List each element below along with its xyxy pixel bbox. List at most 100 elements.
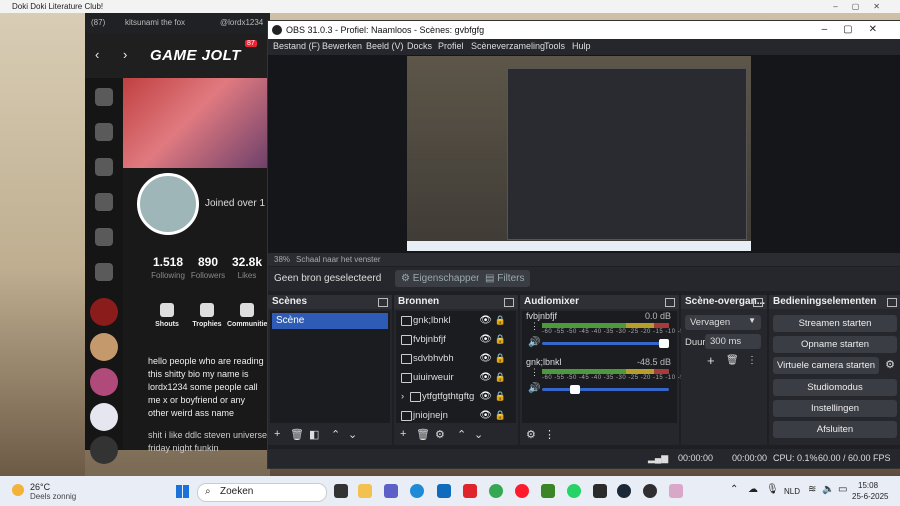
eye-icon[interactable]: 👁 — [479, 330, 492, 349]
start-recording-button[interactable]: Opname starten — [773, 336, 897, 353]
game-window-controls[interactable]: –▢✕ — [833, 0, 894, 13]
scene-item[interactable]: Scène — [272, 313, 388, 329]
menu-dots-icon[interactable]: ⋮ — [544, 428, 555, 441]
lock-icon[interactable]: 🔒 — [495, 387, 506, 406]
source-item[interactable]: fvbjnbfjf 👁 🔒 — [398, 330, 514, 349]
trash-icon[interactable]: 🗑 — [726, 355, 739, 366]
menu-tools[interactable]: Tools — [544, 41, 565, 51]
trash-icon[interactable]: 🗑 — [416, 428, 430, 441]
speaker-icon[interactable]: 🔊 — [528, 337, 540, 348]
game-titlebar[interactable]: Doki Doki Literature Club! –▢✕ — [0, 0, 900, 13]
windows-start-icon[interactable] — [176, 485, 189, 498]
studio-mode-button[interactable]: Studiomodus — [773, 379, 897, 396]
browser-tab[interactable]: @lordx1234 — [220, 18, 263, 27]
gear-icon[interactable]: ⚙ — [435, 428, 445, 441]
battery-icon[interactable]: ▭ — [838, 484, 847, 495]
eye-icon[interactable]: 👁 — [479, 368, 492, 387]
forward-arrow-icon[interactable]: › — [123, 47, 127, 62]
settings-button[interactable]: Instellingen — [773, 400, 897, 417]
gear-icon[interactable]: ⚙ — [885, 358, 895, 371]
obs-taskbar-icon[interactable] — [643, 484, 657, 498]
eye-icon[interactable]: 👁 — [479, 349, 492, 368]
teams-icon[interactable] — [384, 484, 398, 498]
menu-file[interactable]: Bestand (F) — [273, 41, 320, 51]
gear-icon[interactable]: ⚙ — [526, 428, 536, 441]
browser-tab[interactable]: (87) — [91, 18, 105, 27]
move-down-icon[interactable]: ⌄ — [348, 428, 357, 441]
tray-chevron-icon[interactable]: ⌃ — [730, 484, 738, 495]
menu-docks[interactable]: Docks — [407, 41, 432, 51]
app-icon[interactable] — [593, 484, 607, 498]
community-avatar[interactable] — [90, 298, 118, 326]
menu-dots-icon[interactable]: ⋮ — [530, 367, 539, 378]
edge-icon[interactable] — [410, 484, 424, 498]
store-icon[interactable] — [437, 484, 451, 498]
menu-view[interactable]: Beeld (V) — [366, 41, 404, 51]
menu-dots-icon[interactable]: ⋮ — [747, 355, 757, 366]
undock-icon[interactable] — [378, 298, 388, 307]
add-icon[interactable]: + — [274, 428, 280, 440]
lock-icon[interactable]: 🔒 — [495, 330, 506, 349]
move-up-icon[interactable]: ⌃ — [457, 428, 466, 441]
move-up-icon[interactable]: ⌃ — [331, 428, 340, 441]
source-item[interactable]: jniojnejn 👁 🔒 — [398, 406, 514, 425]
menu-profile[interactable]: Profiel — [438, 41, 464, 51]
source-item[interactable]: uiuirweuir 👁 🔒 — [398, 368, 514, 387]
source-item[interactable]: sdvbhvbh 👁 🔒 — [398, 349, 514, 368]
language-indicator[interactable]: NLD — [784, 487, 800, 496]
steam-icon[interactable] — [617, 484, 631, 498]
community-avatar[interactable] — [90, 436, 118, 464]
eye-icon[interactable]: 👁 — [479, 406, 492, 425]
menu-edit[interactable]: Bewerken — [322, 41, 362, 51]
bag-icon[interactable] — [95, 158, 113, 176]
opera-icon[interactable] — [515, 484, 529, 498]
volume-slider[interactable] — [542, 385, 669, 394]
speaker-icon[interactable]: 🔊 — [528, 383, 540, 394]
scale-mode[interactable]: Schaal naar het venster — [296, 255, 381, 264]
undock-icon[interactable] — [504, 298, 514, 307]
home-icon[interactable] — [95, 88, 113, 106]
community-avatar[interactable] — [90, 368, 118, 396]
menu-help[interactable]: Hulp — [572, 41, 591, 51]
obs-window-controls[interactable]: –▢✕ — [822, 21, 893, 39]
expand-chevron-icon[interactable]: › — [401, 387, 404, 406]
nav-communities[interactable]: Communities — [227, 303, 271, 328]
chat-icon[interactable] — [95, 228, 113, 246]
preview-canvas[interactable] — [407, 56, 751, 251]
menu-scene-collection[interactable]: Scèneverzameling — [471, 41, 545, 51]
obs-titlebar[interactable]: OBS 31.0.3 - Profiel: Naamloos - Scènes:… — [268, 21, 900, 39]
community-avatar[interactable] — [90, 333, 118, 361]
filters-button[interactable]: ▤ Filters — [479, 270, 531, 287]
community-avatar[interactable] — [90, 403, 118, 431]
volume-knob[interactable] — [570, 385, 581, 394]
weather-icon[interactable] — [12, 484, 24, 496]
exit-button[interactable]: Afsluiten — [773, 421, 897, 438]
volume-knob[interactable] — [659, 339, 669, 348]
menu-dots-icon[interactable]: ⋮ — [530, 321, 539, 332]
eye-icon[interactable]: 👁 — [479, 387, 492, 406]
weather-description[interactable]: Deels zonnig — [30, 492, 76, 501]
gamejolt-logo[interactable]: GAME JOLT — [150, 47, 241, 64]
task-view-icon[interactable] — [334, 484, 348, 498]
lock-icon[interactable]: 🔒 — [495, 406, 506, 425]
lock-icon[interactable]: 🔒 — [495, 349, 506, 368]
undock-icon[interactable] — [753, 298, 763, 307]
weather-temperature[interactable]: 26°C — [30, 482, 50, 492]
lock-icon[interactable]: 🔒 — [495, 368, 506, 387]
trash-icon[interactable]: 🗑 — [290, 428, 304, 441]
nav-shouts[interactable]: Shouts — [147, 303, 187, 328]
undock-icon[interactable] — [887, 298, 897, 307]
mcafee-icon[interactable] — [463, 484, 477, 498]
volume-slider[interactable] — [542, 339, 669, 348]
quests-icon[interactable] — [95, 193, 113, 211]
cloud-icon[interactable]: ☁ — [748, 484, 758, 495]
start-virtual-camera-button[interactable]: Virtuele camera starten — [773, 357, 879, 374]
volume-icon[interactable]: 🔈 — [822, 484, 834, 495]
lock-icon[interactable]: 🔒 — [495, 311, 506, 330]
file-explorer-icon[interactable] — [358, 484, 372, 498]
properties-button[interactable]: ⚙ Eigenschappen — [395, 270, 488, 287]
whatsapp-icon[interactable] — [567, 484, 581, 498]
browser-tab[interactable]: kitsunami the fox — [125, 18, 185, 27]
browser-tab-strip[interactable]: (87) kitsunami the fox @lordx1234 — [85, 13, 270, 33]
source-item[interactable]: › ytfgtfgthtgftg 👁 🔒 — [398, 387, 514, 406]
